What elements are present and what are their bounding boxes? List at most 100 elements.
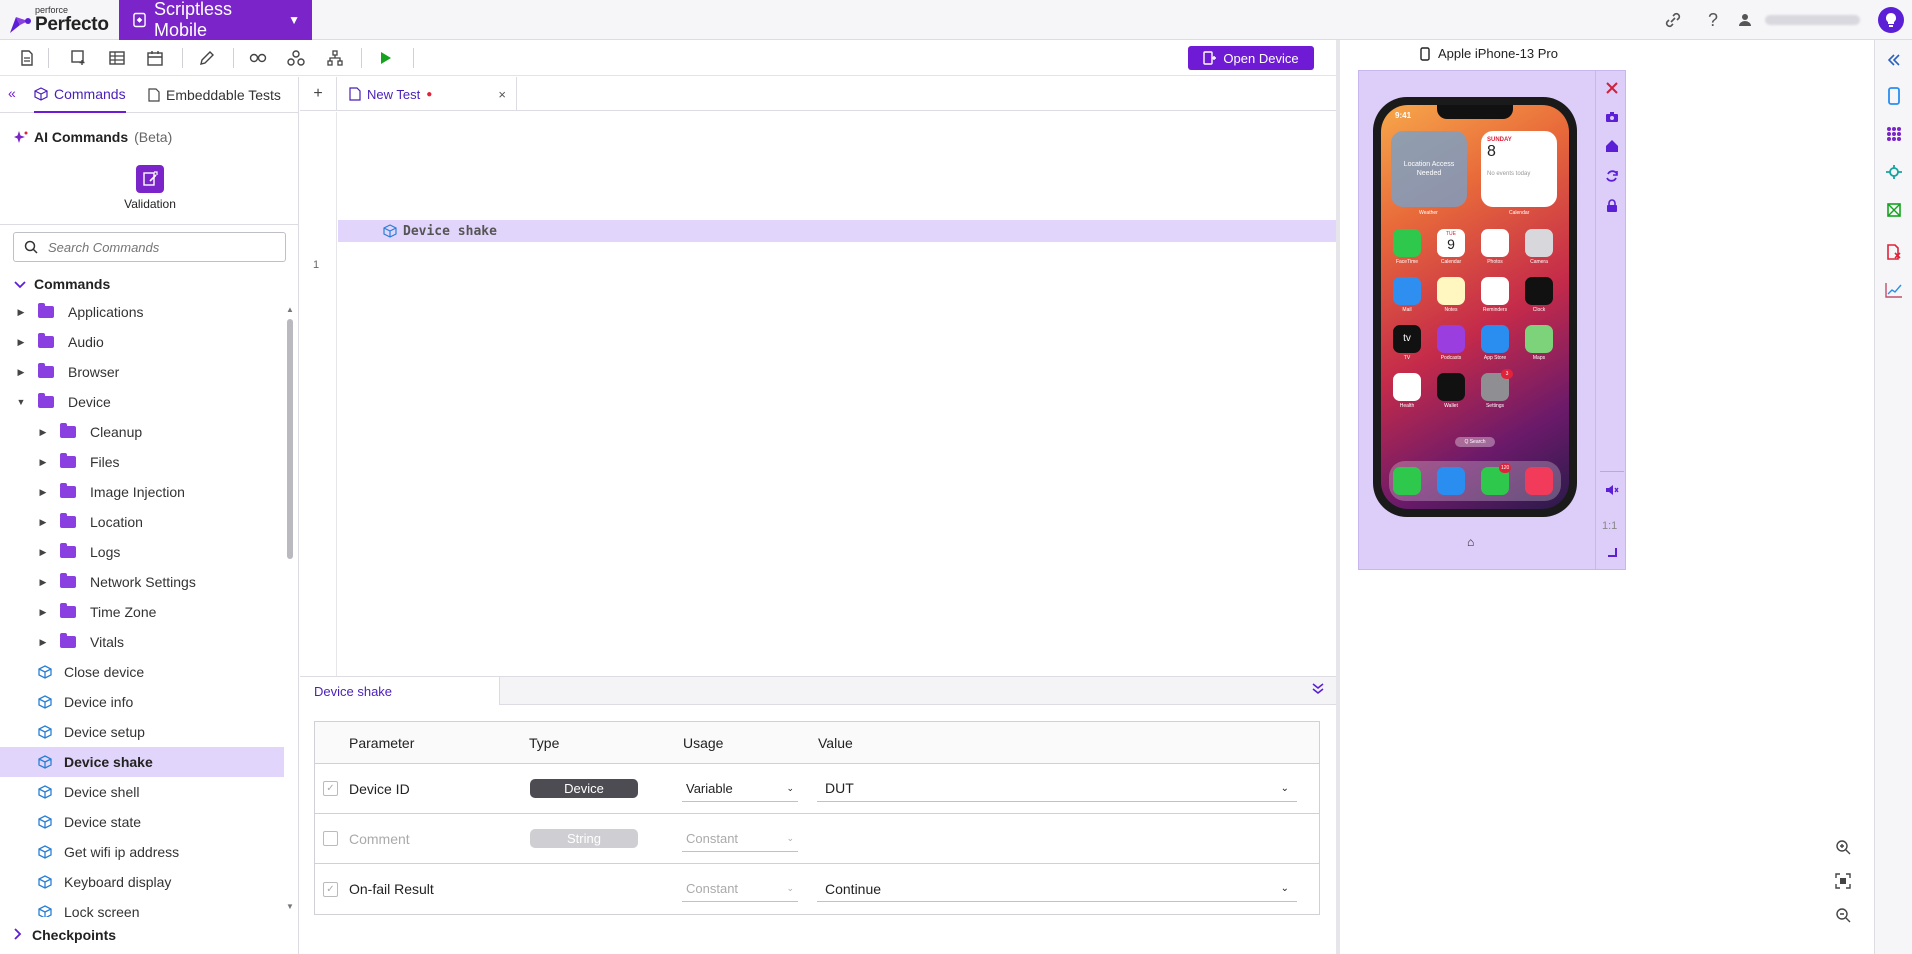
tree-folder-device[interactable]: ▼ Device: [0, 387, 284, 417]
search-input[interactable]: [48, 239, 268, 255]
apps-grid-icon[interactable]: [1884, 124, 1904, 144]
app-health-icon[interactable]: [1393, 373, 1421, 401]
tree-folder-applications[interactable]: ▶ Applications: [0, 297, 284, 327]
row-checkbox[interactable]: ✓: [323, 881, 338, 897]
edit-pencil-icon[interactable]: [195, 46, 219, 70]
app-wallet-icon[interactable]: [1437, 373, 1465, 401]
app-notes-icon[interactable]: [1437, 277, 1465, 305]
caret-right-icon[interactable]: ▶: [38, 487, 48, 498]
caret-down-icon[interactable]: ▼: [16, 397, 26, 407]
tree-folder-logs[interactable]: ▶ Logs: [0, 537, 284, 567]
tree-command-device-state[interactable]: Device state: [0, 807, 284, 837]
checkpoints-tree-toggle[interactable]: Checkpoints: [14, 927, 116, 943]
value-select[interactable]: Continue ⌄: [817, 876, 1297, 902]
caret-right-icon[interactable]: ▶: [38, 517, 48, 528]
tree-folder-browser[interactable]: ▶ Browser: [0, 357, 284, 387]
user-name[interactable]: [1765, 15, 1860, 25]
app-calendar-icon[interactable]: TUE 9: [1437, 229, 1465, 257]
device-home-icon[interactable]: [1603, 137, 1621, 155]
tree-command-device-setup[interactable]: Device setup: [0, 717, 284, 747]
usage-select[interactable]: Constant ⌄: [682, 826, 798, 852]
row-checkbox[interactable]: ✓: [323, 781, 338, 796]
app-clock-icon[interactable]: [1525, 277, 1553, 305]
calendar-widget[interactable]: SUNDAY 8 No events today: [1481, 131, 1557, 207]
caret-right-icon[interactable]: ▶: [38, 577, 48, 588]
caret-right-icon[interactable]: ▶: [16, 337, 26, 348]
zoom-in-icon[interactable]: [1830, 834, 1856, 860]
tree-command-device-shake[interactable]: Device shake: [0, 747, 284, 777]
device-screen[interactable]: 9:41 Location Access Needed Weather SUND…: [1373, 97, 1577, 517]
caret-right-icon[interactable]: ▶: [16, 307, 26, 318]
commands-tree-toggle[interactable]: Commands: [14, 276, 110, 292]
tree-folder-location[interactable]: ▶ Location: [0, 507, 284, 537]
expand-rail-icon[interactable]: [1884, 50, 1904, 70]
link-icon[interactable]: [1653, 0, 1693, 40]
fit-screen-icon[interactable]: [1830, 868, 1856, 894]
app-tv-icon[interactable]: tv: [1393, 325, 1421, 353]
tree-folder-audio[interactable]: ▶ Audio: [0, 327, 284, 357]
caret-right-icon[interactable]: ▶: [38, 547, 48, 558]
tree-folder-network-settings[interactable]: ▶ Network Settings: [0, 567, 284, 597]
lock-icon[interactable]: [1603, 197, 1621, 215]
usage-select[interactable]: Variable ⌄: [682, 776, 798, 802]
group-icon[interactable]: [284, 46, 308, 70]
screenshot-camera-icon[interactable]: [1603, 108, 1621, 126]
tree-folder-cleanup[interactable]: ▶ Cleanup: [0, 417, 284, 447]
rotate-icon[interactable]: [1603, 167, 1621, 185]
add-tab-button[interactable]: +: [300, 77, 337, 111]
collapse-panel-icon[interactable]: «: [8, 85, 26, 103]
app-facetime-icon[interactable]: [1393, 229, 1421, 257]
dock-safari-icon[interactable]: [1437, 467, 1465, 495]
tree-command-get-wifi-ip-address[interactable]: Get wifi ip address: [0, 837, 284, 867]
object-spy-icon[interactable]: [1884, 162, 1904, 182]
zoom-out-icon[interactable]: [1830, 902, 1856, 928]
caret-right-icon[interactable]: ▶: [16, 367, 26, 378]
network-icon[interactable]: [1884, 200, 1904, 220]
home-icon[interactable]: ⌂: [1467, 535, 1474, 549]
app-app-store-icon[interactable]: [1481, 325, 1509, 353]
caret-right-icon[interactable]: ▶: [38, 637, 48, 648]
close-device-icon[interactable]: [1603, 79, 1621, 97]
tree-folder-vitals[interactable]: ▶ Vitals: [0, 627, 284, 657]
tree-command-lock-screen[interactable]: Lock screen: [0, 897, 284, 917]
tab-commands[interactable]: Commands: [34, 77, 126, 113]
tree-folder-time-zone[interactable]: ▶ Time Zone: [0, 597, 284, 627]
help-icon[interactable]: ?: [1693, 0, 1733, 40]
tree-folder-files[interactable]: ▶ Files: [0, 447, 284, 477]
collapse-properties-icon[interactable]: [1312, 683, 1324, 698]
dock-phone-icon[interactable]: [1393, 467, 1421, 495]
close-tab-icon[interactable]: ×: [498, 87, 506, 102]
table-icon[interactable]: [105, 46, 129, 70]
tab-embeddable-tests[interactable]: Embeddable Tests: [148, 77, 281, 113]
app-photos-icon[interactable]: [1481, 229, 1509, 257]
app-reminders-icon[interactable]: [1481, 277, 1509, 305]
caret-right-icon[interactable]: ▶: [38, 427, 48, 438]
row-checkbox[interactable]: [323, 831, 338, 846]
tree-scrollbar[interactable]: ▲ ▼: [285, 305, 295, 911]
product-switcher[interactable]: Scriptless Mobile ▼: [119, 0, 312, 40]
add-step-icon[interactable]: [67, 46, 91, 70]
ratio-label[interactable]: 1:1: [1602, 520, 1617, 532]
usage-select[interactable]: Constant ⌄: [682, 876, 798, 902]
caret-right-icon[interactable]: ▶: [38, 607, 48, 618]
mute-icon[interactable]: [1603, 481, 1621, 499]
tab-new-test[interactable]: New Test ● ×: [337, 77, 517, 111]
device-rail-icon[interactable]: [1884, 86, 1904, 106]
app-mail-icon[interactable]: [1393, 277, 1421, 305]
tree-folder-image-injection[interactable]: ▶ Image Injection: [0, 477, 284, 507]
app-camera-icon[interactable]: [1525, 229, 1553, 257]
flow-tree-icon[interactable]: [323, 46, 347, 70]
weather-widget[interactable]: Location Access Needed: [1391, 131, 1467, 207]
tree-command-device-shell[interactable]: Device shell: [0, 777, 284, 807]
crash-report-icon[interactable]: [1884, 242, 1904, 262]
vitals-chart-icon[interactable]: [1884, 280, 1904, 300]
ai-validation-button[interactable]: Validation: [118, 165, 182, 211]
perfecto-logo[interactable]: perforce Perfecto: [8, 4, 118, 36]
user-icon[interactable]: [1733, 0, 1757, 40]
app-maps-icon[interactable]: [1525, 325, 1553, 353]
resize-handle-icon[interactable]: [1603, 543, 1621, 561]
value-select[interactable]: DUT ⌄: [817, 776, 1297, 802]
calendar-icon[interactable]: [143, 46, 167, 70]
tree-command-keyboard-display[interactable]: Keyboard display: [0, 867, 284, 897]
properties-tab[interactable]: Device shake: [300, 677, 500, 705]
